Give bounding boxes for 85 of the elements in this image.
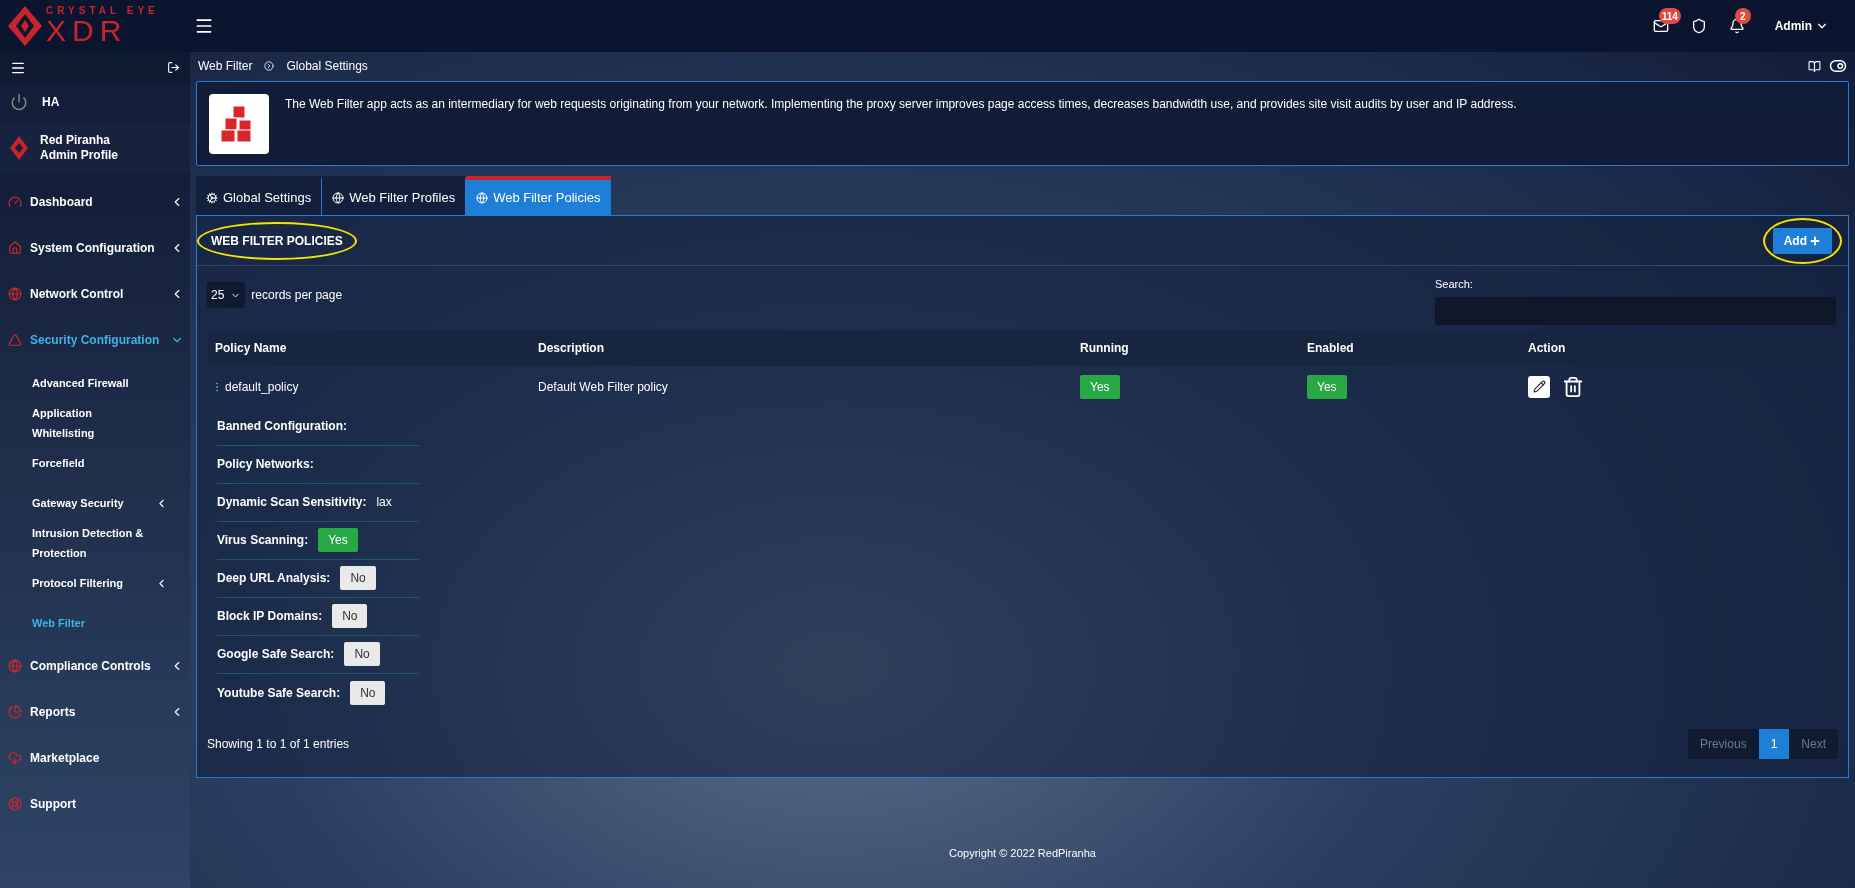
sidebar-item[interactable]: Reports: [0, 689, 190, 735]
sidebar-item[interactable]: System Configuration: [0, 225, 190, 271]
edit-button[interactable]: [1528, 375, 1550, 398]
tab[interactable]: Global Settings: [196, 176, 323, 215]
status-badge: Yes: [318, 528, 358, 552]
globe-icon: [8, 287, 22, 301]
notifications-icon[interactable]: [1728, 18, 1745, 34]
table-cell-text: Default Web Filter policy: [537, 378, 669, 396]
gauge-icon: [8, 195, 22, 209]
sidebar-subitem[interactable]: Web Filter: [0, 603, 190, 643]
globe-icon: [332, 191, 345, 204]
toggle-icon[interactable]: [1829, 57, 1847, 75]
detail-value: lax: [376, 494, 392, 511]
table-cell-text: default_policy: [225, 378, 299, 396]
detail-label: Virus Scanning:: [217, 532, 309, 549]
profile-role: Admin Profile: [40, 148, 118, 163]
status-badge: No: [350, 680, 386, 705]
sidebar-item[interactable]: Support: [0, 781, 190, 827]
column-header[interactable]: Enabled: [1299, 338, 1520, 357]
status-badge: Yes: [1307, 374, 1347, 399]
detail-label: Google Safe Search:: [217, 646, 335, 663]
sidebar-subitem[interactable]: Application Whitelisting: [0, 403, 190, 443]
shield-icon[interactable]: [1690, 18, 1707, 34]
delete-icon[interactable]: [1562, 375, 1584, 398]
column-header[interactable]: Action: [1520, 338, 1836, 357]
brand-tagline: CRYSTAL EYE: [46, 6, 159, 16]
pencil-icon: [1532, 380, 1546, 393]
sidebar-item[interactable]: Network Control: [0, 271, 190, 317]
column-header[interactable]: Policy Name: [207, 338, 530, 357]
copyright: Copyright © 2022 RedPiranha: [949, 845, 1096, 861]
sidebar-item[interactable]: Security Configuration: [0, 317, 190, 363]
search-label: Search:: [1435, 277, 1474, 292]
detail-label: Banned Configuration:: [217, 418, 347, 435]
pie-chart-icon: [8, 705, 22, 719]
sidebar-item[interactable]: Compliance Controls: [0, 643, 190, 689]
count-badge: 2: [1734, 8, 1751, 24]
detail-label: Youtube Safe Search:: [217, 684, 341, 702]
tab[interactable]: Web Filter Profiles: [322, 176, 467, 215]
detail-label: Dynamic Scan Sensitivity:: [217, 494, 367, 511]
plus-icon: [1809, 234, 1821, 247]
search-field[interactable]: [1435, 296, 1836, 325]
breadcrumb-separator-icon: [264, 61, 275, 71]
cloud-download-icon: [8, 751, 22, 765]
panel-title: WEB FILTER POLICIES: [211, 232, 343, 250]
user-menu[interactable]: Admin: [1774, 17, 1829, 35]
menu-icon[interactable]: [194, 16, 214, 36]
status-badge: No: [332, 604, 368, 628]
detail-label: Policy Networks:: [217, 456, 314, 473]
profile-logo-icon: [10, 136, 28, 160]
sidebar-subitem[interactable]: Intrusion Detection & Protection: [0, 523, 190, 563]
info-text: The Web Filter app acts as an intermediary for web requests originating from your network. Implementing the proxy server improves page access times, decreases bandwidth use, and provides site visit audits by user and IP address.: [285, 96, 1517, 112]
pagination-button[interactable]: 1: [1758, 729, 1790, 759]
brand-name: XDR: [46, 16, 129, 46]
brand-logo-icon: [8, 6, 42, 46]
house-icon: [8, 241, 22, 255]
sidebar-subitem[interactable]: Gateway Security: [0, 483, 190, 523]
sidebar-subitem[interactable]: Advanced Firewall: [0, 363, 190, 403]
sidebar-item[interactable]: Marketplace: [0, 735, 190, 781]
detail-label: Block IP Domains:: [217, 608, 323, 625]
tab[interactable]: Web Filter Policies: [466, 176, 611, 215]
sidebar-subitem[interactable]: Forcefield: [0, 443, 190, 483]
sidebar-item[interactable]: Dashboard: [0, 179, 190, 225]
count-badge: 114: [1658, 8, 1681, 24]
add-button[interactable]: Add: [1772, 227, 1832, 254]
book-icon[interactable]: [1808, 59, 1821, 73]
page-size-select[interactable]: 25: [207, 282, 246, 308]
page-size-label: records per page: [251, 287, 343, 304]
column-header[interactable]: Description: [530, 338, 1072, 357]
ha-label[interactable]: HA: [42, 93, 60, 111]
breadcrumb-item: Global Settings: [286, 58, 368, 75]
globe-icon: [476, 191, 489, 204]
status-badge: Yes: [1080, 374, 1120, 399]
breadcrumb-link[interactable]: Web Filter: [198, 57, 253, 75]
sidebar-subitem[interactable]: Protocol Filtering: [0, 563, 190, 603]
status-badge: No: [340, 566, 376, 590]
status-badge: No: [344, 642, 380, 666]
triangle-icon: [8, 333, 22, 347]
power-icon: [10, 93, 28, 111]
profile-name: Red Piranha: [40, 133, 112, 148]
entries-info: Showing 1 to 1 of 1 entries: [207, 736, 350, 753]
column-header[interactable]: Running: [1072, 338, 1299, 357]
lifebuoy-icon: [8, 797, 22, 811]
detail-label: Deep URL Analysis:: [217, 570, 331, 587]
globe-icon: [8, 659, 22, 673]
logout-icon[interactable]: [167, 61, 180, 74]
